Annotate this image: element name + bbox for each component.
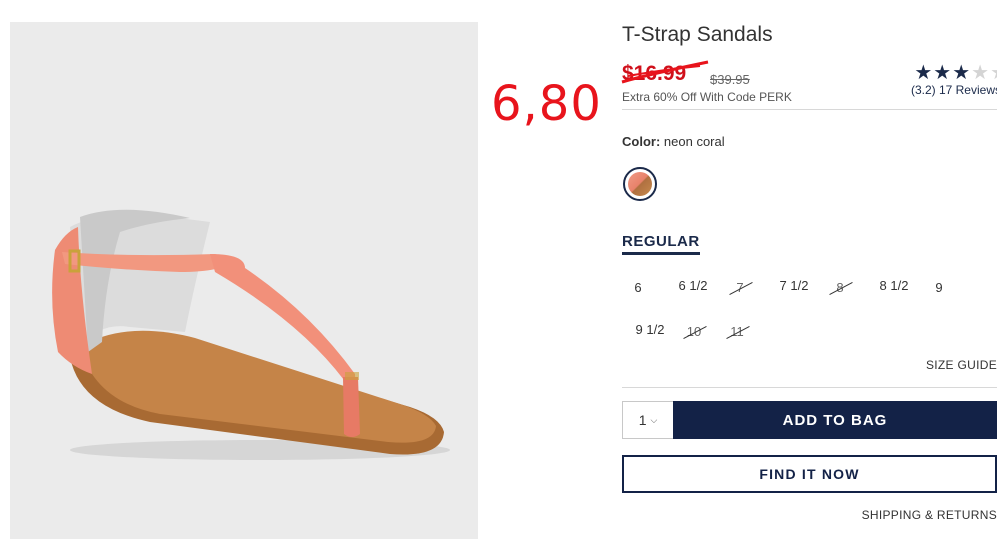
star-icon: ★ [990,62,997,84]
promo-text: Extra 60% Off With Code PERK [622,90,792,104]
size-option-unavailable[interactable]: 7 [722,280,758,296]
shipping-returns-link[interactable]: SHIPPING & RETURNS [862,508,997,522]
size-option-unavailable[interactable]: 11 [719,324,755,340]
handwritten-price-annotation: 6,80 [491,76,602,132]
quantity-select[interactable]: 1 ⌵ [622,401,673,439]
size-option[interactable]: 6 1/2 [675,278,711,293]
size-option[interactable]: 8 1/2 [876,278,912,293]
divider [622,387,997,388]
size-option-unavailable[interactable]: 10 [676,324,712,340]
add-to-bag-button[interactable]: ADD TO BAG [673,401,997,439]
size-option[interactable]: 6 [620,280,656,295]
product-info-panel: T-Strap Sandals $16.99 $39.95 Extra 60% … [620,0,997,539]
star-icon: ★ [914,62,934,84]
color-swatch-neon-coral[interactable] [623,167,657,201]
product-image [10,22,478,539]
divider [622,109,997,110]
star-icon: ★ [952,62,972,84]
size-option-unavailable[interactable]: 8 [822,280,858,296]
color-label-key: Color: [622,134,661,149]
reviews-link[interactable]: (3.2) 17 Reviews [911,83,997,97]
size-option[interactable]: 7 1/2 [776,278,812,293]
swatch-image [628,172,652,196]
star-icon: ★ [933,62,953,84]
sandal-illustration [10,22,478,539]
color-label: Color: neon coral [622,134,725,149]
size-option[interactable]: 9 1/2 [632,322,668,337]
price-strike-mark [621,60,709,84]
tab-regular[interactable]: REGULAR [622,233,700,255]
product-title: T-Strap Sandals [622,23,773,46]
original-price: $39.95 [710,72,750,87]
quantity-value: 1 [638,412,647,428]
color-value: neon coral [663,134,725,149]
chevron-down-icon: ⌵ [650,414,658,425]
size-option[interactable]: 9 [921,280,957,295]
find-it-now-button[interactable]: FIND IT NOW [622,455,997,493]
size-guide-link[interactable]: SIZE GUIDE [926,358,997,372]
star-rating: ★★★★★ [914,60,997,85]
star-icon: ★ [971,62,991,84]
